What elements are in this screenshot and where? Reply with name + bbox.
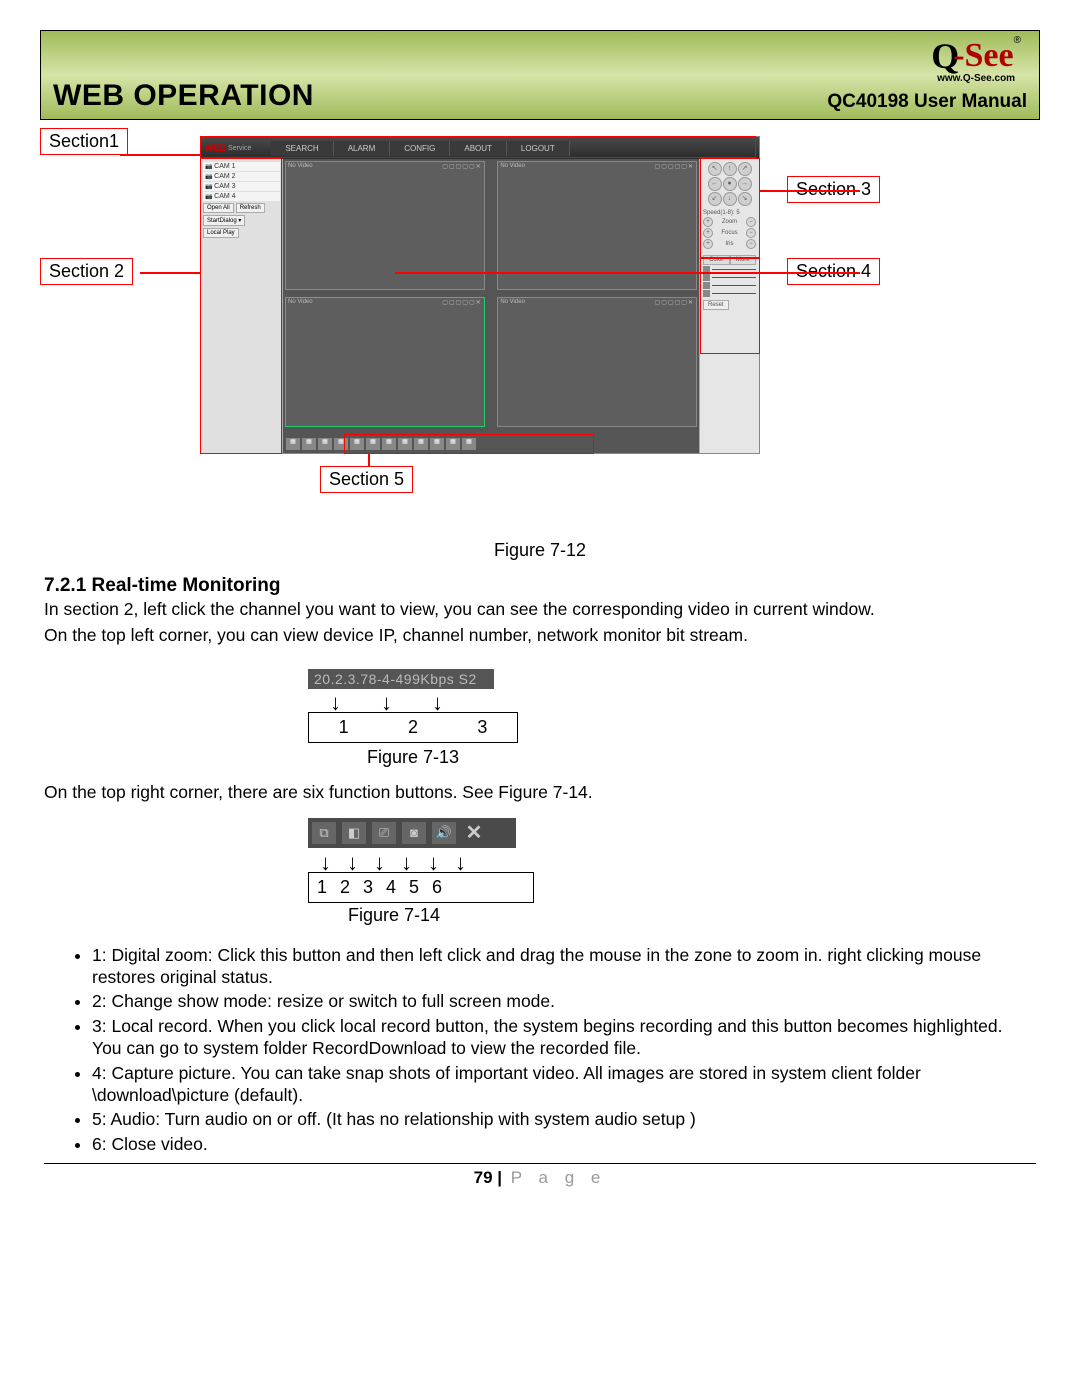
paragraph-1: In section 2, left click the channel you…: [44, 599, 1036, 621]
digital-zoom-icon[interactable]: ⧉: [312, 822, 336, 844]
page-word: P a g e: [511, 1168, 607, 1187]
page-number: 79: [474, 1168, 493, 1187]
pane-icons[interactable]: ▢▢▢▢▢✕: [442, 163, 481, 170]
show-mode-icon[interactable]: ◧: [342, 822, 366, 844]
paragraph-3: On the top right corner, there are six f…: [44, 782, 1036, 804]
page-header-banner: Q-See® www.Q-See.com WEB OPERATION QC401…: [40, 30, 1040, 120]
fig13-arrows: ↓↓↓: [308, 692, 518, 714]
figure-7-12-area: WEB Service SEARCH ALARM CONFIG ABOUT LO…: [40, 128, 1040, 528]
audio-icon[interactable]: 🔊: [432, 822, 456, 844]
overlay-section-3: [700, 158, 760, 258]
capture-icon[interactable]: ◙: [402, 822, 426, 844]
overlay-section-5: [344, 434, 594, 454]
callout-section-5: Section 5: [320, 466, 413, 493]
bullet-6: 6: Close video.: [92, 1133, 1032, 1155]
video-pane-1[interactable]: No Video▢▢▢▢▢✕: [285, 161, 485, 290]
callout-section-1: Section1: [40, 128, 128, 155]
bullet-1: 1: Digital zoom: Click this button and t…: [92, 944, 1032, 989]
qsee-logo: Q-See® www.Q-See.com: [931, 35, 1021, 84]
page-footer: 79 | P a g e: [40, 1168, 1040, 1188]
figure-7-13-caption: Figure 7-13: [308, 747, 518, 768]
fig14-icon-bar: ⧉ ◧ ⎚ ◙ 🔊 ✕: [308, 818, 516, 848]
overlay-section-1: [200, 136, 756, 158]
section-heading-7-2-1: 7.2.1 Real-time Monitoring: [44, 575, 1040, 597]
fig14-arrows: ↓↓↓↓↓↓: [308, 852, 538, 874]
figure-7-13: 20.2.3.78-4-499Kbps S2 ↓↓↓ 123 Figure 7-…: [308, 669, 518, 768]
footer-rule: [44, 1163, 1036, 1164]
fig13-number-box: 123: [308, 712, 518, 743]
video-pane-3-active[interactable]: No Video▢▢▢▢▢✕: [285, 297, 485, 426]
figure-7-14-caption: Figure 7-14: [348, 905, 538, 926]
overlay-section-2: [200, 158, 282, 454]
fig13-info-bar: 20.2.3.78-4-499Kbps S2: [308, 669, 494, 689]
bullet-2: 2: Change show mode: resize or switch to…: [92, 990, 1032, 1012]
page-title: WEB OPERATION: [53, 79, 314, 113]
function-button-list: 1: Digital zoom: Click this button and t…: [48, 944, 1032, 1156]
bullet-4: 4: Capture picture. You can take snap sh…: [92, 1062, 1032, 1107]
logo-url: www.Q-See.com: [931, 73, 1021, 84]
figure-7-12-caption: Figure 7-12: [40, 540, 1040, 561]
video-pane-4[interactable]: No Video▢▢▢▢▢✕: [497, 297, 697, 426]
callout-section-2: Section 2: [40, 258, 133, 285]
fig14-number-box: 1 2 3 4 5 6: [308, 872, 534, 903]
close-video-icon[interactable]: ✕: [462, 822, 486, 844]
video-grid: No Video▢▢▢▢▢✕ No Video▢▢▢▢▢✕ No Video▢▢…: [283, 159, 699, 453]
video-pane-2[interactable]: No Video▢▢▢▢▢✕: [497, 161, 697, 290]
web-interface-screenshot: WEB Service SEARCH ALARM CONFIG ABOUT LO…: [200, 136, 760, 454]
paragraph-2: On the top left corner, you can view dev…: [44, 625, 1036, 647]
bullet-5: 5: Audio: Turn audio on or off. (It has …: [92, 1108, 1032, 1130]
figure-7-14: ⧉ ◧ ⎚ ◙ 🔊 ✕ ↓↓↓↓↓↓ 1 2 3 4 5 6 Figure 7-…: [308, 818, 538, 926]
manual-title: QC40198 User Manual: [827, 91, 1027, 113]
bullet-3: 3: Local record. When you click local re…: [92, 1015, 1032, 1060]
local-record-icon[interactable]: ⎚: [372, 822, 396, 844]
